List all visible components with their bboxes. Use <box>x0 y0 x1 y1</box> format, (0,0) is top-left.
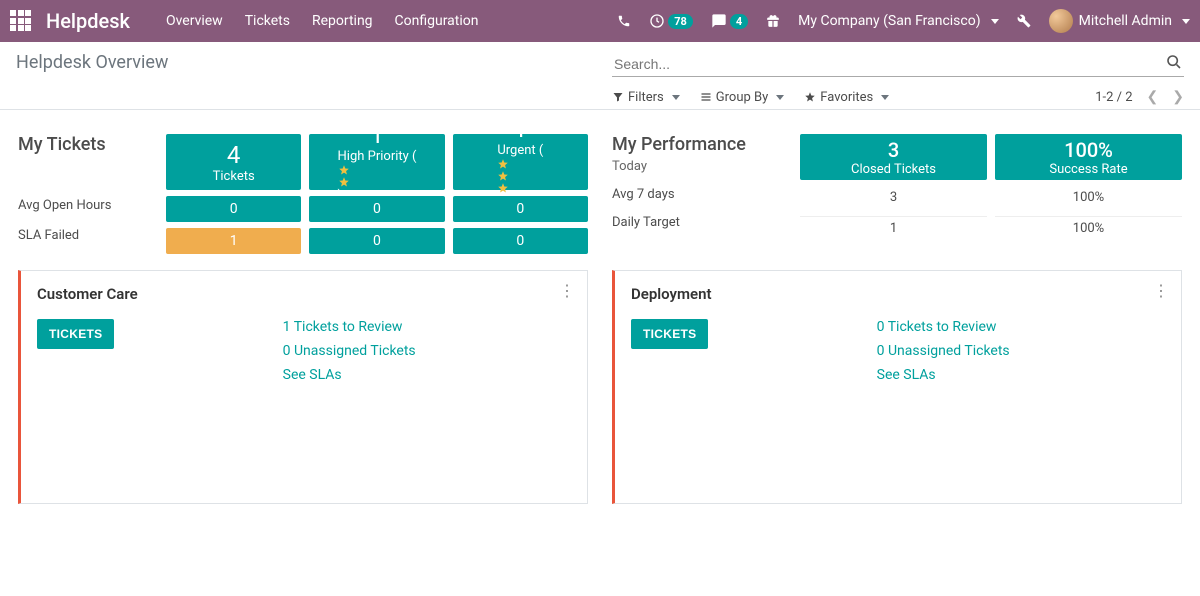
dashboard: My Tickets Avg Open Hours SLA Failed 4Ti… <box>0 110 1200 254</box>
debug-icon[interactable] <box>1017 14 1031 28</box>
ticket-cell[interactable]: 0 <box>166 196 301 222</box>
pager: 1-2 / 2 ❮ ❯ <box>1095 89 1184 105</box>
tickets-button[interactable]: TICKETS <box>631 319 708 349</box>
kebab-menu-icon[interactable]: ⋮ <box>1153 281 1169 300</box>
nav-systray: 78 4 My Company (San Francisco) Mitchell… <box>617 9 1190 33</box>
nav-links: Overview Tickets Reporting Configuration <box>166 13 479 29</box>
row-avg-open-hours: Avg Open Hours <box>18 190 158 220</box>
brand-title: Helpdesk <box>46 9 130 33</box>
caret-down-icon <box>776 95 784 100</box>
messages-icon[interactable]: 4 <box>711 13 748 29</box>
caret-down-icon <box>672 95 680 100</box>
nav-tickets[interactable]: Tickets <box>245 13 290 29</box>
caret-down-icon <box>1182 19 1190 24</box>
pager-prev[interactable]: ❮ <box>1147 89 1159 105</box>
favorites-label: Favorites <box>820 90 873 105</box>
card-link[interactable]: 0 Unassigned Tickets <box>283 343 571 359</box>
kebab-menu-icon[interactable]: ⋮ <box>559 281 575 300</box>
company-name: My Company (San Francisco) <box>798 13 980 29</box>
row-sla-failed: SLA Failed <box>18 220 158 250</box>
my-performance-sub: Today <box>612 159 792 174</box>
my-tickets-title: My Tickets <box>18 134 106 155</box>
filters-button[interactable]: Filters <box>612 90 680 105</box>
tickets-button[interactable]: TICKETS <box>37 319 114 349</box>
my-performance-block: My Performance Today Avg 7 days Daily Ta… <box>612 134 1182 254</box>
breadcrumb: Helpdesk Overview <box>16 52 600 73</box>
row-avg-7-days: Avg 7 days <box>612 180 792 208</box>
search-wrap <box>612 52 1184 77</box>
caret-down-icon <box>881 95 889 100</box>
card-title: Customer Care <box>37 285 571 303</box>
perf-tile[interactable]: 3Closed Tickets <box>800 134 987 180</box>
nav-configuration[interactable]: Configuration <box>395 13 479 29</box>
perf-cell: 1 <box>800 216 987 240</box>
card-link[interactable]: 0 Tickets to Review <box>877 319 1165 335</box>
gift-icon[interactable] <box>766 14 780 28</box>
card-link[interactable]: 1 Tickets to Review <box>283 319 571 335</box>
search-icon[interactable] <box>1166 54 1182 70</box>
card-link[interactable]: See SLAs <box>283 367 571 383</box>
caret-down-icon <box>991 19 999 24</box>
card-title: Deployment <box>631 285 1165 303</box>
navbar: Helpdesk Overview Tickets Reporting Conf… <box>0 0 1200 42</box>
ticket-cell[interactable]: 0 <box>453 196 588 222</box>
ticket-cell[interactable]: 0 <box>309 196 444 222</box>
nav-reporting[interactable]: Reporting <box>312 13 373 29</box>
kanban-row: ⋮Customer CareTICKETS1 Tickets to Review… <box>0 254 1200 534</box>
pager-next[interactable]: ❯ <box>1172 89 1184 105</box>
company-switcher[interactable]: My Company (San Francisco) <box>798 13 998 29</box>
ticket-cell[interactable]: 1 <box>166 228 301 254</box>
phone-icon[interactable] <box>617 14 631 28</box>
messages-badge: 4 <box>730 14 748 29</box>
user-name: Mitchell Admin <box>1079 13 1172 29</box>
ticket-tile[interactable]: 1High Priority () <box>309 134 444 190</box>
activities-icon[interactable]: 78 <box>649 13 693 29</box>
filters-label: Filters <box>628 90 664 105</box>
row-daily-target: Daily Target <box>612 208 792 236</box>
kanban-card: ⋮Customer Care TICKETS 1 Tickets to Review… <box>18 270 588 504</box>
kanban-card: ⋮Deployment TICKETS 0 Tickets to Review 0 U… <box>612 270 1182 504</box>
my-performance-title: My Performance <box>612 134 792 155</box>
avatar <box>1049 9 1073 33</box>
card-link[interactable]: See SLAs <box>877 367 1165 383</box>
ticket-cell[interactable]: 0 <box>453 228 588 254</box>
control-panel: Helpdesk Overview Filters Group By Favor… <box>0 42 1200 110</box>
groupby-button[interactable]: Group By <box>700 90 785 105</box>
favorites-button[interactable]: Favorites <box>804 90 889 105</box>
perf-cell: 3 <box>800 186 987 210</box>
my-tickets-block: My Tickets Avg Open Hours SLA Failed 4Ti… <box>18 134 588 254</box>
ticket-tile[interactable]: 1Urgent () <box>453 134 588 190</box>
perf-cell: 100% <box>995 216 1182 240</box>
groupby-label: Group By <box>716 90 769 105</box>
apps-grid-icon[interactable] <box>10 10 32 32</box>
nav-overview[interactable]: Overview <box>166 13 223 29</box>
ticket-cell[interactable]: 0 <box>309 228 444 254</box>
activities-badge: 78 <box>668 14 693 29</box>
pager-text: 1-2 / 2 <box>1095 90 1132 105</box>
ticket-tile[interactable]: 4Tickets <box>166 134 301 190</box>
card-link[interactable]: 0 Unassigned Tickets <box>877 343 1165 359</box>
perf-cell: 100% <box>995 186 1182 210</box>
search-input[interactable] <box>612 52 1184 77</box>
user-menu[interactable]: Mitchell Admin <box>1049 9 1190 33</box>
perf-tile[interactable]: 100%Success Rate <box>995 134 1182 180</box>
cp-toolbar: Filters Group By Favorites 1-2 / 2 ❮ ❯ <box>612 89 1184 105</box>
